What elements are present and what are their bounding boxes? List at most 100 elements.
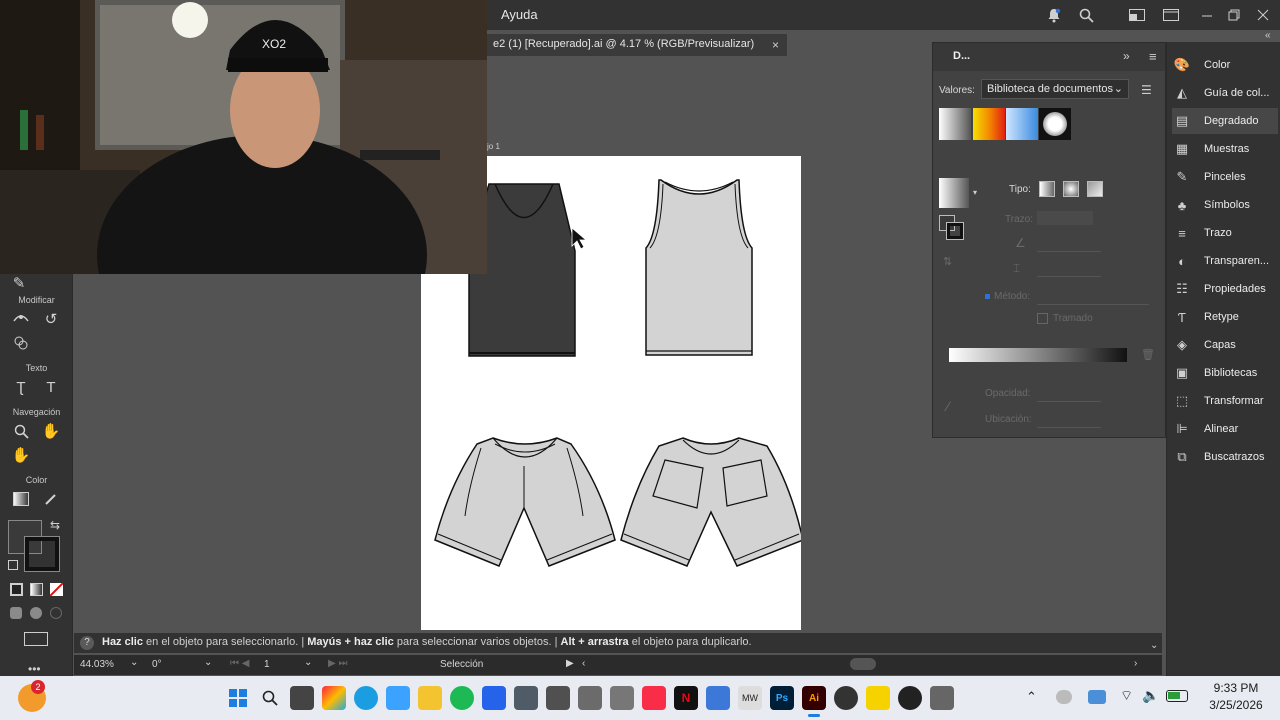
- artboard-chevron-icon[interactable]: ⌄: [304, 657, 312, 668]
- dock-item-1[interactable]: ◭ Guía de col...: [1172, 80, 1278, 106]
- netflix-icon[interactable]: N: [674, 686, 698, 710]
- type-icon[interactable]: T: [40, 376, 62, 398]
- swatch-radial[interactable]: [1039, 108, 1071, 140]
- drawing-app-icon[interactable]: [610, 686, 634, 710]
- camera-app-icon[interactable]: [898, 686, 922, 710]
- gradient-dropdown-icon[interactable]: ▾: [973, 188, 977, 197]
- scroll-right-icon[interactable]: ›: [1134, 658, 1137, 669]
- more-tools-icon[interactable]: •••: [28, 662, 41, 676]
- dock-item-0[interactable]: 🎨 Color: [1172, 52, 1278, 78]
- battery-icon[interactable]: [1166, 690, 1188, 702]
- dock-item-2[interactable]: ▤ Degradado: [1172, 108, 1278, 134]
- taskbar-search-icon[interactable]: [258, 686, 282, 710]
- shape-builder-icon[interactable]: [10, 332, 32, 354]
- photoshop-icon[interactable]: Ps: [770, 686, 794, 710]
- zoom-icon[interactable]: [10, 420, 32, 442]
- close-icon[interactable]: [1254, 6, 1272, 24]
- swatch-white-black[interactable]: [939, 108, 971, 140]
- draw-inside-icon[interactable]: [50, 607, 62, 619]
- stroke-swatch[interactable]: [24, 536, 60, 572]
- dock-item-10[interactable]: ◈ Capas: [1172, 332, 1278, 358]
- stop-eyedropper-icon[interactable]: ⁄: [947, 398, 949, 414]
- reverse-gradient-icon[interactable]: ⇅: [943, 255, 952, 268]
- copilot-icon[interactable]: [322, 686, 346, 710]
- stroke-indicator[interactable]: [946, 222, 964, 240]
- dock-item-8[interactable]: ☷ Propiedades: [1172, 276, 1278, 302]
- linear-gradient-button[interactable]: [1039, 181, 1055, 197]
- mw-app-icon[interactable]: MW: [738, 686, 762, 710]
- rotation-value[interactable]: 0°: [152, 659, 162, 670]
- taskbar-clock[interactable]: 9:33 PM 3/25/2026: [1196, 680, 1276, 714]
- scroll-down-icon[interactable]: ⌄: [1150, 640, 1158, 651]
- screen-mode-icon[interactable]: [24, 632, 48, 646]
- opacity-field[interactable]: [1037, 386, 1101, 402]
- dock-item-7[interactable]: ◐ Transparen...: [1172, 248, 1278, 274]
- color-mode-icon[interactable]: [10, 583, 23, 596]
- dock-item-14[interactable]: ⧉ Buscatrazos: [1172, 444, 1278, 470]
- scroll-left-icon[interactable]: ‹: [582, 658, 585, 669]
- dock-item-6[interactable]: ≡ Trazo: [1172, 220, 1278, 246]
- wifi-icon[interactable]: ⌔: [1120, 687, 1133, 705]
- obs-icon[interactable]: [834, 686, 858, 710]
- type-on-path-icon[interactable]: Ʈ: [10, 376, 32, 398]
- rotate-icon[interactable]: ↺: [40, 308, 62, 330]
- dock-item-4[interactable]: ✎ Pinceles: [1172, 164, 1278, 190]
- active-gradient-preview[interactable]: [939, 178, 969, 208]
- spotify-icon[interactable]: [450, 686, 474, 710]
- swatch-orange-yellow[interactable]: [973, 108, 1005, 140]
- zoom-chevron-icon[interactable]: ⌄: [130, 657, 138, 668]
- menu-help[interactable]: Ayuda: [501, 7, 538, 22]
- draw-mode-icon[interactable]: [10, 607, 22, 619]
- swap-colors-icon[interactable]: ⇆: [50, 518, 60, 532]
- angle-field[interactable]: [1037, 236, 1101, 252]
- hand-icon[interactable]: ✋: [40, 420, 62, 442]
- horizontal-scrollbar-thumb[interactable]: [850, 658, 876, 670]
- settings-icon[interactable]: [930, 686, 954, 710]
- swatch-blue[interactable]: [1006, 108, 1038, 140]
- document-tab[interactable]: e2 (1) [Recuperado].ai @ 4.17 % (RGB/Pre…: [487, 34, 787, 56]
- gradient-slider[interactable]: [949, 348, 1127, 362]
- status-play-icon[interactable]: ▶: [566, 658, 574, 669]
- aspect-ratio-field[interactable]: [1037, 261, 1101, 277]
- media-app-icon[interactable]: [546, 686, 570, 710]
- restore-icon[interactable]: [1225, 6, 1243, 24]
- illustrator-icon[interactable]: Ai: [802, 686, 826, 710]
- music-icon[interactable]: [642, 686, 666, 710]
- dock-item-9[interactable]: Ƭ Retype: [1172, 304, 1278, 330]
- library-select[interactable]: Biblioteca de documentos ⌄: [981, 79, 1129, 99]
- dock-item-12[interactable]: ⬚ Transformar: [1172, 388, 1278, 414]
- puppet-warp-icon[interactable]: [10, 308, 32, 330]
- collapse-panel-icon[interactable]: »: [1123, 49, 1130, 63]
- first-artboard-icon[interactable]: ⏮ ◀: [230, 658, 249, 669]
- pencil-icon[interactable]: ✎: [8, 272, 30, 294]
- document-tab-close[interactable]: ×: [772, 38, 779, 52]
- artboard-number[interactable]: 1: [264, 659, 270, 670]
- video-editor-icon[interactable]: [514, 686, 538, 710]
- dock-item-5[interactable]: ♣ Símbolos: [1172, 192, 1278, 218]
- tray-chevron-icon[interactable]: ⌃: [1026, 689, 1037, 705]
- help-icon[interactable]: ?: [80, 636, 94, 650]
- gradient-tool-icon[interactable]: [10, 488, 32, 510]
- bell-icon[interactable]: [1045, 6, 1063, 24]
- method-select[interactable]: [1037, 289, 1149, 305]
- default-colors-icon[interactable]: [8, 560, 18, 570]
- file-explorer-icon[interactable]: [418, 686, 442, 710]
- calculator-icon[interactable]: [706, 686, 730, 710]
- freeform-gradient-button[interactable]: [1087, 181, 1103, 197]
- delete-stop-icon[interactable]: 🗑: [1141, 348, 1155, 361]
- arrange-icon[interactable]: [1162, 6, 1180, 24]
- rotate-view-icon[interactable]: ✋: [10, 444, 32, 466]
- start-icon[interactable]: [226, 686, 250, 710]
- sticky-notes-icon[interactable]: [866, 686, 890, 710]
- search-icon[interactable]: [1077, 6, 1095, 24]
- last-artboard-icon[interactable]: ▶ ⏭: [328, 658, 347, 669]
- gradient-panel-tab[interactable]: D...: [953, 50, 970, 62]
- dither-checkbox[interactable]: [1037, 313, 1048, 324]
- panel-menu-icon[interactable]: ≡: [1149, 49, 1157, 64]
- vpn-icon[interactable]: [1088, 690, 1106, 704]
- onedrive-icon[interactable]: [1056, 690, 1072, 704]
- volume-icon[interactable]: 🔈: [1142, 687, 1159, 704]
- task-view-icon[interactable]: [290, 686, 314, 710]
- list-view-icon[interactable]: ☰: [1141, 83, 1152, 97]
- workspace-icon[interactable]: [1128, 6, 1146, 24]
